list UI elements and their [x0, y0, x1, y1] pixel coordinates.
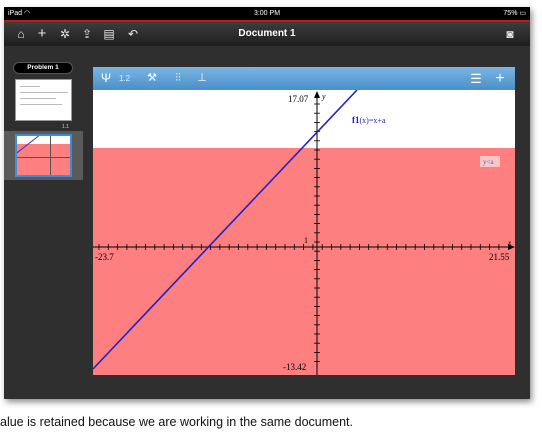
battery: 75% ▭ [503, 10, 526, 17]
wrench-icon[interactable]: ⚒ [143, 70, 161, 87]
problem-label[interactable]: Problem 1 [13, 62, 73, 74]
zoom-label: 1.2 [119, 74, 131, 83]
graph-tool-icon[interactable]: Ψ [97, 70, 115, 87]
sliders-icon[interactable]: ⫶⫶ [167, 70, 189, 87]
menu-icon[interactable]: ☰ [467, 70, 485, 87]
battery-icon: ▭ [519, 10, 526, 17]
function-label[interactable]: f1(x)=x+a [352, 115, 386, 125]
inequality-label[interactable]: y<a [483, 158, 494, 166]
app-toolbar: Ψ 1.2 ⚒ ⫶⫶ ⊥ ☰ + [93, 67, 515, 90]
camera-icon[interactable]: ◙ [501, 25, 519, 43]
caption-text: alue is retained because we are working … [0, 415, 353, 429]
home-icon[interactable]: ⌂ [12, 25, 30, 43]
graphs-app: Ψ 1.2 ⚒ ⫶⫶ ⊥ ☰ + 17.07 y -23.7 21.55 x 1… [93, 67, 515, 375]
y-max-label: 17.07 [288, 94, 309, 104]
plot-icon[interactable]: ⊥ [193, 70, 211, 87]
unit-tick-label: 1 [304, 236, 308, 245]
shaded-region [93, 148, 515, 375]
page-sorter: Problem 1 1.1 [4, 46, 83, 399]
plus-icon[interactable]: + [33, 25, 51, 43]
graph-canvas[interactable]: 17.07 y -23.7 21.55 x 1 -13.42 f1(x)=x+a… [93, 90, 515, 375]
page-thumbnail-1[interactable] [15, 79, 72, 121]
status-bar: iPad ◠ 3:00 PM 75% ▭ [4, 7, 530, 20]
clock: 3:00 PM [253, 10, 281, 17]
gear-icon[interactable]: ✲ [56, 25, 74, 43]
y-axis-label: y [321, 92, 326, 101]
y-min-label: -13.42 [283, 362, 306, 372]
x-min-label: -23.7 [95, 252, 114, 262]
main-toolbar: Document 1 ⌂ + ✲ ⇪ ▤ ↶ ◙ [4, 22, 530, 46]
ipad-screenshot: iPad ◠ 3:00 PM 75% ▭ Document 1 ⌂ + ✲ ⇪ … [4, 7, 530, 399]
page-thumbnail-2[interactable] [15, 134, 72, 177]
undo-icon[interactable]: ↶ [124, 25, 142, 43]
y-axis-arrow [314, 91, 320, 98]
add-page-icon[interactable]: + [491, 70, 509, 87]
book-icon[interactable]: ▤ [100, 25, 118, 43]
page-thumbnail-1-label: 1.1 [62, 124, 69, 130]
share-icon[interactable]: ⇪ [78, 25, 96, 43]
x-max-label: 21.55 [489, 252, 510, 262]
workspace: Problem 1 1.1 Ψ 1.2 ⚒ ⫶⫶ ⊥ ☰ + 17.07 y -… [4, 46, 530, 399]
